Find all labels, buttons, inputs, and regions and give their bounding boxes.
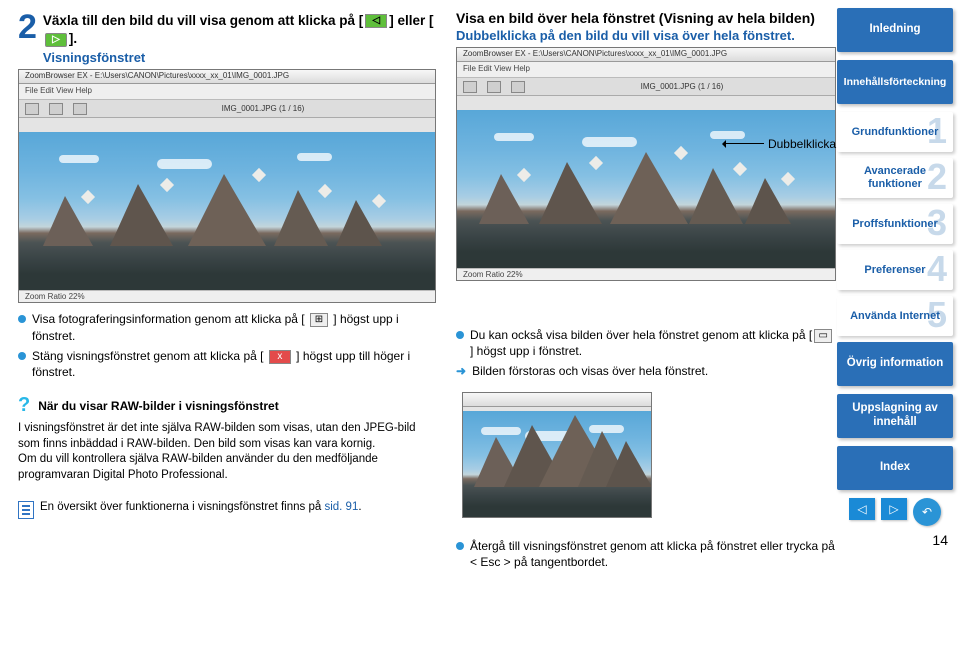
footer-note: En översikt över funktionerna i visnings… (18, 501, 436, 519)
sidebar-item-1[interactable]: 1 Grundfunktioner (837, 112, 953, 152)
chapter-label: Avancerade funktioner (837, 165, 953, 190)
sidebar-item-3[interactable]: 3 Proffsfunktioner (837, 204, 953, 244)
close-icon: x (269, 350, 291, 364)
nav-arrows: ◁ ▷ ↶ (830, 498, 960, 526)
raw-body: I visningsfönstret är det inte själva RA… (18, 421, 436, 483)
tool-icon (487, 81, 501, 93)
raw-heading: ? När du visar RAW-bilder i visningsföns… (18, 394, 436, 417)
fullscreen-icon: ▭ (814, 329, 832, 343)
tool-icon (463, 81, 477, 93)
nav-back-button[interactable]: ↶ (913, 498, 941, 526)
step-header: 2 Växla till den bild du vill visa genom… (18, 10, 436, 65)
filename-label: IMG_0001.JPG (1 / 16) (97, 104, 429, 113)
chapter-label: Använda Internet (850, 310, 940, 323)
note-text: Återgå till visningsfönstret genom att k… (470, 538, 836, 570)
callout-arrow (724, 143, 764, 144)
bullet-icon (18, 315, 26, 323)
tool-icon (25, 103, 39, 115)
filename-label: IMG_0001.JPG (1 / 16) (535, 82, 829, 91)
zoom-ratio-label: Zoom Ratio 22% (19, 290, 435, 302)
screenshot-right: ZoomBrowser EX - E:\Users\CANON\Pictures… (456, 47, 836, 281)
window-title: ZoomBrowser EX - E:\Users\CANON\Pictures… (19, 70, 435, 84)
bullet-icon (18, 352, 26, 360)
page-number: 14 (830, 532, 948, 548)
sidebar-item-4[interactable]: 4 Preferenser (837, 250, 953, 290)
bullet-icon (456, 331, 464, 339)
sidebar-index[interactable]: Index (837, 446, 953, 490)
chapter-label: Preferenser (864, 264, 925, 277)
right-notes: Du kan också visa bilden över hela fönst… (456, 327, 836, 380)
tool-icon (73, 103, 87, 115)
right-title: Visa en bild över hela fönstret (Visning… (456, 10, 836, 26)
window-title: ZoomBrowser EX - E:\Users\CANON\Pictures… (457, 48, 835, 62)
sidebar-item-2[interactable]: 2 Avancerade funktioner (837, 158, 953, 198)
screenshot-left: ZoomBrowser EX - E:\Users\CANON\Pictures… (18, 69, 436, 303)
chapter-number: 4 (927, 248, 947, 290)
chapter-label: Grundfunktioner (852, 126, 939, 139)
sidebar-toc[interactable]: Innehållsförteckning (837, 60, 953, 104)
screenshot-fullscreen-preview (462, 392, 652, 518)
tool-icon (511, 81, 525, 93)
left-notes: Visa fotograferingsinformation genom att… (18, 311, 436, 380)
page-link[interactable]: sid. 91 (324, 501, 358, 513)
window-toolbar: IMG_0001.JPG (1 / 16) (19, 100, 435, 118)
note-text: Visa fotograferingsinformation genom att… (32, 312, 305, 326)
footer-text: En översikt över funktionerna i visnings… (40, 501, 324, 513)
question-icon: ? (18, 394, 30, 417)
window-menu: File Edit View Help (19, 84, 435, 100)
window-toolbar: IMG_0001.JPG (1 / 16) (457, 78, 835, 96)
note-text: Du kan också visa bilden över hela fönst… (470, 327, 836, 359)
window-menu: File Edit View Help (457, 62, 835, 78)
sidebar-intro[interactable]: Inledning (837, 8, 953, 52)
step-subtitle: Visningsfönstret (43, 50, 436, 65)
tool-icon (49, 103, 63, 115)
nav-next-button[interactable]: ▷ (881, 498, 907, 520)
window-title (463, 393, 651, 407)
info-panel-icon: ⊞ (310, 313, 328, 327)
return-note: Återgå till visningsfönstret genom att k… (456, 538, 836, 570)
note-text: Bilden förstoras och visas över hela fön… (472, 363, 708, 379)
sidebar: Inledning Innehållsförteckning 1 Grundfu… (830, 0, 960, 548)
result-arrow-icon: ➜ (456, 363, 466, 379)
bullet-icon (456, 542, 464, 550)
doubleclick-label: Dubbelklicka (768, 137, 836, 151)
note-text: Stäng visningsfönstret genom att klicka … (32, 349, 263, 363)
sidebar-other-info[interactable]: Övrig information (837, 342, 953, 386)
sidebar-item-5[interactable]: 5 Använda Internet (837, 296, 953, 336)
back-icon: ◁ (365, 14, 387, 28)
step-number: 2 (18, 10, 37, 44)
step-instruction: Växla till den bild du vill visa genom a… (43, 10, 436, 48)
chapter-label: Proffsfunktioner (852, 218, 938, 231)
nav-prev-button[interactable]: ◁ (849, 498, 875, 520)
right-subtitle: Dubbelklicka på den bild du vill visa öv… (456, 28, 836, 43)
zoom-ratio-label: Zoom Ratio 22% (457, 268, 835, 280)
forward-icon: ▷ (45, 33, 67, 47)
sidebar-lookup[interactable]: Uppslagning av innehåll (837, 394, 953, 438)
raw-title: När du visar RAW-bilder i visningsfönstr… (38, 399, 278, 413)
page-reference-icon (18, 501, 34, 519)
